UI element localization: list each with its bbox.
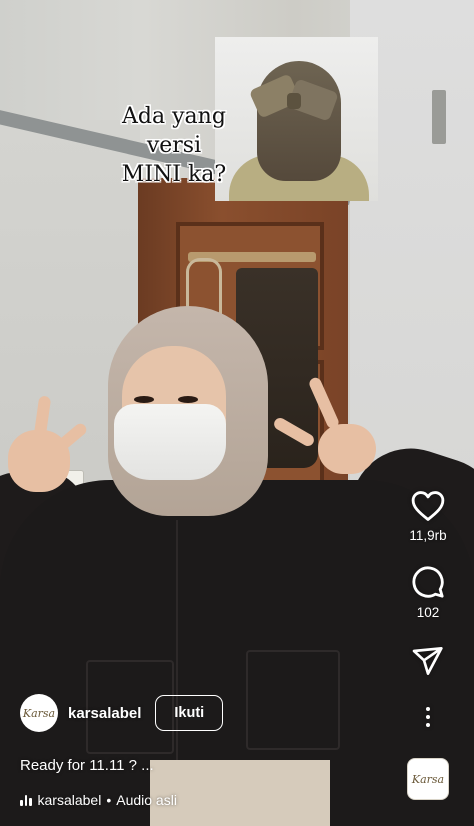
eye bbox=[178, 396, 198, 403]
face-mask bbox=[114, 404, 226, 480]
audio-username: karsalabel bbox=[37, 792, 102, 808]
heart-icon bbox=[411, 491, 445, 521]
reel-screen: Ada yang versi MINI ka? 11,9rb 102 Karsa… bbox=[0, 0, 474, 826]
action-rail: 11,9rb 102 Karsa bbox=[398, 490, 458, 800]
author-row: Karsa karsalabel Ikuti bbox=[20, 694, 224, 732]
audio-separator: • bbox=[106, 792, 112, 808]
pants bbox=[150, 760, 330, 826]
more-button[interactable] bbox=[424, 706, 432, 728]
audio-thumbnail: Karsa bbox=[407, 758, 449, 800]
username[interactable]: karsalabel bbox=[68, 705, 141, 722]
like-count: 11,9rb bbox=[409, 528, 447, 543]
eye bbox=[134, 396, 154, 403]
post-caption[interactable]: Ready for 11.11 ? ... bbox=[20, 757, 154, 774]
comment-count: 102 bbox=[416, 605, 440, 620]
video-overlay-text: Ada yang versi MINI ka? bbox=[100, 102, 248, 189]
shirt-placket bbox=[176, 520, 178, 800]
shirt-pocket bbox=[246, 650, 340, 750]
overlay-line: versi bbox=[146, 133, 202, 158]
sticker-bow-knot bbox=[287, 93, 301, 109]
audio-info[interactable]: karsalabel • Audio asli bbox=[20, 792, 177, 808]
audio-thumbnail-button[interactable]: Karsa bbox=[407, 758, 449, 800]
peace-hand-right bbox=[318, 424, 376, 474]
comment-icon bbox=[412, 566, 444, 598]
overlay-line: Ada yang bbox=[122, 104, 226, 129]
follow-button[interactable]: Ikuti bbox=[155, 695, 224, 731]
wall-switch bbox=[432, 90, 446, 144]
peace-hand-left bbox=[8, 430, 70, 492]
audio-wave-icon bbox=[20, 794, 32, 806]
send-icon bbox=[412, 647, 443, 676]
avatar[interactable]: Karsa bbox=[20, 694, 58, 732]
audio-track: Audio asli bbox=[116, 792, 177, 808]
more-vertical-icon bbox=[426, 707, 430, 727]
like-button[interactable]: 11,9rb bbox=[409, 490, 447, 543]
overlay-line: MINI ka? bbox=[121, 162, 227, 187]
comment-button[interactable]: 102 bbox=[411, 565, 445, 620]
share-button[interactable] bbox=[412, 646, 444, 676]
